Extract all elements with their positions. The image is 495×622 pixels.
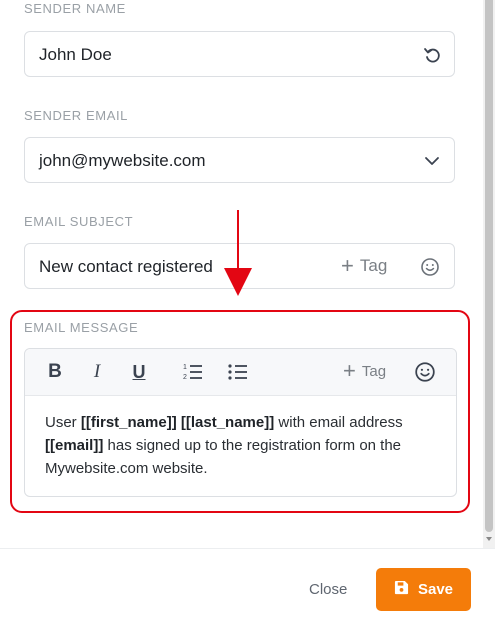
italic-button[interactable]: I (87, 360, 107, 384)
plus-icon: + (343, 358, 356, 383)
save-button[interactable]: Save (376, 568, 471, 611)
chevron-down-icon (422, 151, 442, 171)
underline-button[interactable]: U (129, 360, 149, 384)
email-settings-panel: SENDER NAME John Doe SENDER EMAIL john@m… (0, 0, 483, 548)
smiley-icon[interactable] (420, 257, 440, 277)
sender-name-value: John Doe (39, 45, 112, 64)
svg-text:2: 2 (183, 374, 187, 381)
annotation-arrow-head (224, 268, 252, 296)
last-name-tag: [[last_name]] (180, 414, 275, 431)
scrollbar[interactable] (483, 0, 495, 548)
subject-tag-label: Tag (359, 256, 388, 275)
plus-icon: + (341, 253, 354, 278)
email-subject-label: EMAIL SUBJECT (24, 214, 134, 229)
editor-toolbar: B I U 12 + Tag (25, 349, 456, 396)
sender-email-label: SENDER EMAIL (24, 108, 129, 123)
undo-icon[interactable] (422, 45, 442, 65)
bold-button[interactable]: B (45, 360, 65, 384)
scroll-down-arrow-icon[interactable] (486, 537, 492, 541)
annotation-arrow-line (237, 210, 239, 272)
email-message-editor[interactable]: B I U 12 + Tag User [[first_name]] [[las… (24, 348, 457, 497)
bullet-list-icon[interactable] (227, 360, 249, 384)
email-message-label: EMAIL MESSAGE (24, 320, 139, 335)
email-tag: [[email]] (45, 437, 104, 454)
email-subject-value: New contact registered (39, 257, 213, 276)
sender-name-label: SENDER NAME (24, 1, 126, 16)
sender-email-value: john@mywebsite.com (39, 151, 206, 170)
first-name-tag: [[first_name]] (80, 414, 177, 431)
floppy-disk-icon (394, 580, 409, 599)
sender-email-select[interactable]: john@mywebsite.com (24, 137, 455, 183)
scrollbar-thumb[interactable] (485, 0, 493, 532)
ordered-list-icon[interactable]: 12 (182, 360, 204, 384)
svg-text:1: 1 (183, 364, 187, 371)
save-label: Save (417, 581, 454, 598)
editor-tag-label: Tag (361, 362, 387, 380)
editor-add-tag-button[interactable]: + Tag (343, 358, 387, 383)
close-button[interactable]: Close (309, 581, 347, 598)
subject-add-tag-button[interactable]: + Tag (341, 253, 388, 278)
sender-name-field[interactable]: John Doe (24, 31, 455, 77)
smiley-icon[interactable] (414, 360, 436, 384)
email-message-body[interactable]: User [[first_name]] [[last_name]] with e… (45, 411, 440, 480)
